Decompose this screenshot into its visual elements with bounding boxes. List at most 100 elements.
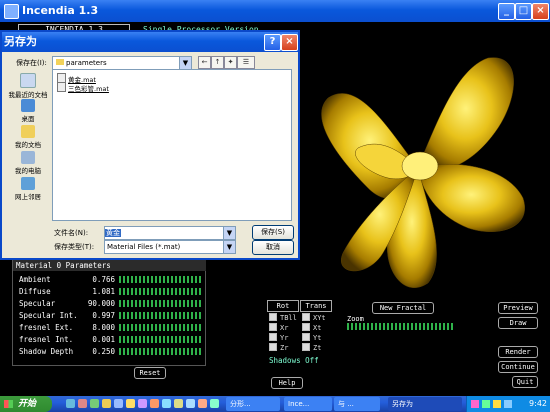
back-icon[interactable]: ← — [198, 56, 211, 69]
file-item[interactable]: 三色彩管.mat — [57, 82, 109, 93]
quicklaunch-icon[interactable] — [210, 399, 219, 408]
trans-option-xt[interactable]: Xt — [302, 323, 321, 332]
checkbox[interactable] — [302, 343, 310, 351]
quicklaunch-icon[interactable] — [90, 399, 99, 408]
chevron-down-icon[interactable]: ▼ — [223, 241, 235, 253]
checkbox[interactable] — [269, 343, 277, 351]
filetype-dropdown[interactable]: Material Files (*.mat) ▼ — [104, 240, 236, 254]
param-row-fresnel-int: fresnel Int. 0.001 — [17, 334, 203, 345]
maximize-button[interactable]: □ — [515, 3, 532, 20]
zoom-label: Zoom — [347, 315, 364, 323]
quicklaunch-icon[interactable] — [114, 399, 123, 408]
quicklaunch-icon[interactable] — [186, 399, 195, 408]
place-recent[interactable]: 我最近的文档 — [6, 73, 50, 99]
param-slider[interactable] — [119, 288, 203, 295]
param-label: Specular — [19, 299, 56, 308]
task-incendia[interactable]: Ince... — [284, 397, 332, 411]
fractal-render-view[interactable] — [298, 38, 538, 298]
close-button[interactable]: × — [532, 3, 549, 20]
param-slider[interactable] — [119, 300, 203, 307]
rot-option-yr[interactable]: Yr — [269, 333, 288, 342]
task-window[interactable]: 与 ... — [334, 397, 380, 411]
network-places-icon — [21, 177, 35, 190]
help-icon[interactable]: ? — [264, 34, 281, 51]
fractal-shape — [321, 57, 525, 288]
param-label: Shadow Depth — [19, 347, 74, 356]
render-button[interactable]: Render — [498, 346, 538, 358]
quicklaunch-ie-icon[interactable] — [66, 399, 75, 408]
place-my-computer[interactable]: 我的电脑 — [6, 151, 50, 175]
param-slider[interactable] — [119, 276, 203, 283]
new-folder-icon[interactable]: ✦ — [224, 56, 237, 69]
shadows-toggle[interactable]: Shadows Off — [269, 356, 319, 365]
chevron-down-icon[interactable]: ▼ — [223, 227, 235, 239]
my-computer-icon — [21, 151, 35, 164]
continue-button[interactable]: Continue — [498, 361, 538, 373]
param-value: 0.250 — [92, 347, 115, 356]
folder-icon — [56, 59, 64, 65]
place-network[interactable]: 网上邻居 — [6, 177, 50, 201]
rot-option-xr[interactable]: Xr — [269, 323, 288, 332]
save-button[interactable]: 保存(S) — [252, 225, 294, 240]
checkbox[interactable] — [302, 313, 310, 321]
checkbox[interactable] — [269, 313, 277, 321]
dialog-close-button[interactable]: × — [281, 34, 298, 51]
param-value: 90.000 — [87, 299, 115, 308]
quicklaunch-icon[interactable] — [150, 399, 159, 408]
param-row-specular: Specular 90.000 — [17, 298, 203, 309]
trans-option-yt[interactable]: Yt — [302, 333, 321, 342]
view-menu-icon[interactable]: ☰ — [237, 56, 255, 69]
filename-input[interactable]: 黄金 ▼ — [104, 226, 236, 240]
quicklaunch-icon[interactable] — [138, 399, 147, 408]
chevron-down-icon[interactable]: ▼ — [179, 57, 191, 69]
quicklaunch-icon[interactable] — [198, 399, 207, 408]
task-fractal[interactable]: 分形... — [226, 397, 280, 411]
rot-option-tbll[interactable]: TBll — [269, 313, 297, 322]
cancel-button[interactable]: 取消 — [252, 240, 294, 255]
quicklaunch-icon[interactable] — [78, 399, 87, 408]
param-value: 0.766 — [92, 275, 115, 284]
tray-icon[interactable] — [493, 400, 501, 408]
rot-option-zr[interactable]: Zr — [269, 343, 288, 352]
quicklaunch-icon[interactable] — [174, 399, 183, 408]
trans-option-xyt[interactable]: XYt — [302, 313, 326, 322]
param-slider[interactable] — [119, 348, 203, 355]
param-value: 0.997 — [92, 311, 115, 320]
trans-option-zt[interactable]: Zt — [302, 343, 321, 352]
param-slider[interactable] — [119, 324, 203, 331]
save-in-label: 保存在(I): — [16, 59, 47, 67]
rot-tab[interactable]: Rot — [267, 300, 299, 312]
reset-button[interactable]: Reset — [134, 367, 166, 379]
quicklaunch-icon[interactable] — [162, 399, 171, 408]
place-desktop[interactable]: 桌面 — [6, 99, 50, 123]
tray-icon[interactable] — [504, 400, 512, 408]
checkbox[interactable] — [269, 333, 277, 341]
help-button[interactable]: Help — [271, 377, 303, 389]
file-list[interactable]: 黄金.mat 三色彩管.mat — [52, 69, 292, 221]
param-label: Specular Int. — [19, 311, 78, 320]
param-value: 1.081 — [92, 287, 115, 296]
param-label: fresnel Int. — [19, 335, 74, 344]
minimize-button[interactable]: _ — [498, 3, 515, 20]
save-in-dropdown[interactable]: parameters ▼ — [52, 56, 192, 70]
quit-button[interactable]: Quit — [512, 376, 538, 388]
checkbox[interactable] — [269, 323, 277, 331]
place-my-documents[interactable]: 我的文档 — [6, 125, 50, 149]
param-slider[interactable] — [119, 312, 203, 319]
quicklaunch-icon[interactable] — [126, 399, 135, 408]
checkbox[interactable] — [302, 333, 310, 341]
up-folder-icon[interactable]: ↑ — [211, 56, 224, 69]
checkbox[interactable] — [302, 323, 310, 331]
recent-documents-icon — [20, 73, 36, 88]
quicklaunch-icon[interactable] — [102, 399, 111, 408]
tray-icon[interactable] — [471, 400, 479, 408]
draw-button[interactable]: Draw — [498, 317, 538, 329]
preview-button[interactable]: Preview — [498, 302, 538, 314]
zoom-slider[interactable] — [347, 323, 453, 330]
new-fractal-button[interactable]: New Fractal — [372, 302, 434, 314]
task-save-as[interactable]: 另存为 — [388, 397, 462, 411]
param-slider[interactable] — [119, 336, 203, 343]
start-button[interactable]: 开始 — [0, 396, 52, 412]
trans-tab[interactable]: Trans — [300, 300, 332, 312]
tray-icon[interactable] — [482, 400, 490, 408]
